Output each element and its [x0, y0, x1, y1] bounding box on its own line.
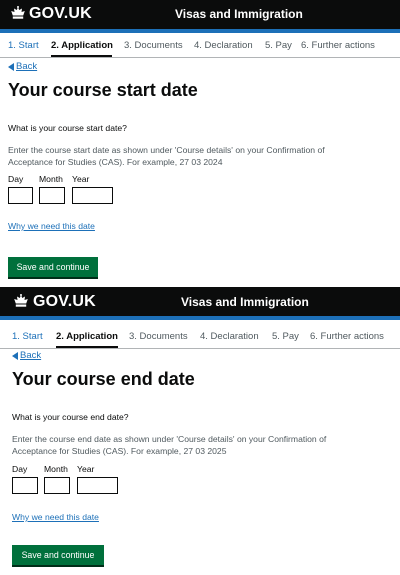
page-title: Your course end date: [12, 369, 195, 389]
year-label: Year: [77, 464, 95, 474]
screen-course-start-date: GOV.UK Visas and Immigration 1. Start 2.…: [0, 0, 400, 287]
day-label: Day: [8, 174, 24, 184]
step-application: 2. Application: [51, 40, 113, 51]
why-we-need-this-date-link[interactable]: Why we need this date: [8, 221, 95, 231]
header-accent-bar: [0, 316, 400, 320]
year-label: Year: [72, 174, 90, 184]
back-link[interactable]: Back: [8, 61, 37, 72]
govuk-logo-text[interactable]: GOV.UK: [29, 5, 92, 23]
day-input[interactable]: [8, 187, 33, 204]
why-we-need-this-date-link[interactable]: Why we need this date: [12, 512, 99, 522]
year-input[interactable]: [77, 477, 118, 494]
save-and-continue-button[interactable]: Save and continue: [12, 545, 104, 565]
step-start[interactable]: 1. Start: [12, 331, 43, 342]
back-link-label: Back: [16, 61, 38, 72]
back-link-label: Back: [20, 350, 42, 361]
back-arrow-icon: [12, 351, 18, 360]
year-input[interactable]: [72, 187, 113, 204]
screen-course-end-date: GOV.UK Visas and Immigration 1. Start 2.…: [0, 287, 400, 575]
steps-divider: [0, 57, 400, 58]
hint-text: Enter the course end date as shown under…: [12, 434, 327, 456]
header-accent-bar: [0, 29, 400, 33]
step-pay: 5. Pay: [272, 331, 299, 342]
crown-icon: [14, 294, 28, 307]
month-label: Month: [44, 464, 68, 474]
month-input[interactable]: [44, 477, 70, 494]
header: GOV.UK Visas and Immigration: [0, 0, 400, 29]
step-declaration: 4. Declaration: [200, 331, 259, 342]
hint-text: Enter the course start date as shown und…: [8, 145, 325, 167]
step-further-actions: 6. Further actions: [301, 40, 375, 51]
month-label: Month: [39, 174, 63, 184]
step-application: 2. Application: [56, 331, 118, 342]
header: GOV.UK Visas and Immigration: [0, 287, 400, 316]
day-label: Day: [12, 464, 28, 474]
day-input[interactable]: [12, 477, 38, 494]
govuk-logo-text[interactable]: GOV.UK: [33, 293, 96, 311]
service-name[interactable]: Visas and Immigration: [181, 295, 309, 309]
question-label: What is your course start date?: [8, 123, 127, 133]
step-documents: 3. Documents: [124, 40, 183, 51]
month-input[interactable]: [39, 187, 65, 204]
crown-icon: [11, 6, 25, 19]
back-arrow-icon: [8, 62, 14, 71]
step-further-actions: 6. Further actions: [310, 331, 384, 342]
back-link[interactable]: Back: [12, 350, 41, 361]
save-and-continue-button[interactable]: Save and continue: [8, 257, 98, 277]
page-title: Your course start date: [8, 80, 198, 100]
service-name[interactable]: Visas and Immigration: [175, 7, 303, 21]
step-pay: 5. Pay: [265, 40, 292, 51]
question-label: What is your course end date?: [12, 412, 129, 422]
step-declaration: 4. Declaration: [194, 40, 253, 51]
steps-divider: [0, 348, 400, 349]
step-start[interactable]: 1. Start: [8, 40, 39, 51]
step-documents: 3. Documents: [129, 331, 188, 342]
